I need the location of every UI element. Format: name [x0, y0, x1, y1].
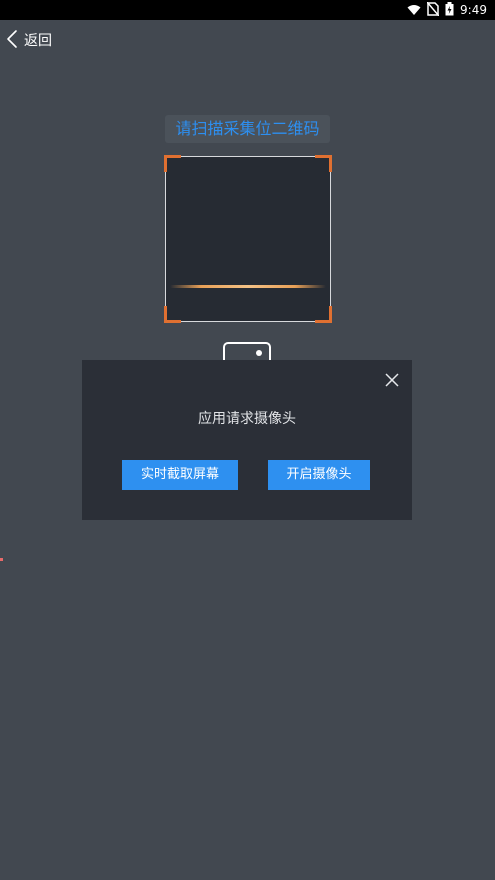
status-time: 9:49 [460, 3, 487, 17]
scan-corner-bottom-right [315, 306, 332, 323]
scan-line [170, 285, 326, 288]
chevron-left-icon [6, 29, 18, 53]
status-bar: 9:49 [0, 0, 495, 20]
open-camera-button[interactable]: 开启摄像头 [268, 460, 370, 490]
battery-charging-icon [445, 1, 454, 20]
scan-frame [164, 155, 332, 323]
status-icons: 9:49 [407, 1, 487, 20]
scan-corner-top-left [164, 155, 181, 172]
camera-permission-dialog: 应用请求摄像头 实时截取屏幕 开启摄像头 [82, 360, 412, 520]
scan-corner-bottom-left [164, 306, 181, 323]
screen-capture-button[interactable]: 实时截取屏幕 [122, 460, 238, 490]
back-button[interactable]: 返回 [6, 28, 52, 54]
scan-instruction: 请扫描采集位二维码 [165, 115, 330, 143]
back-label: 返回 [24, 33, 52, 49]
scan-corner-top-right [315, 155, 332, 172]
close-icon[interactable] [384, 372, 400, 388]
no-sim-icon [426, 1, 440, 20]
edge-artifact [0, 558, 3, 561]
dialog-message: 应用请求摄像头 [198, 411, 296, 427]
wifi-icon [407, 1, 421, 20]
